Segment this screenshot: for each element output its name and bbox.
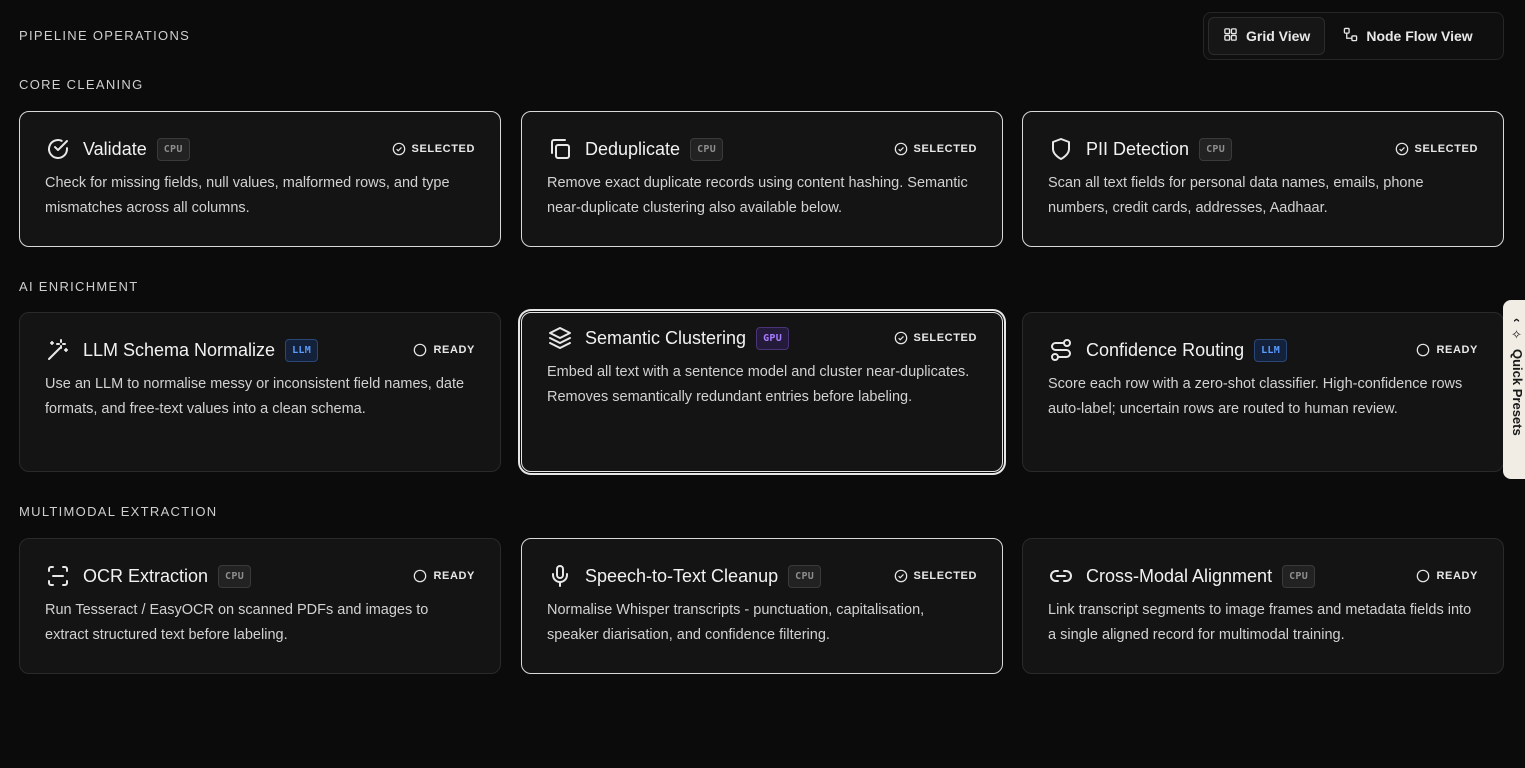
card-description: Check for missing fields, null values, m… [45,175,450,216]
check-circle-icon [1395,142,1408,156]
status-badge: READY [1416,343,1478,357]
status-badge: SELECTED [894,569,977,583]
tag-badge: CPU [218,564,252,588]
card-deduplicate[interactable]: Deduplicate CPU SELECTED Remove exact du… [521,111,1003,247]
status-badge: SELECTED [392,142,475,156]
status-label: SELECTED [1414,143,1478,155]
route-icon [1048,337,1074,363]
circle-icon [414,569,427,583]
pipeline-page: PIPELINE OPERATIONS Grid View Node Flow … [0,0,1525,768]
tag-badge: LLM [285,338,319,362]
status-label: READY [433,570,475,582]
status-label: READY [1436,570,1478,582]
quick-presets-tab[interactable]: ‹ ✧ Quick Presets [1503,300,1525,479]
status-label: READY [1436,344,1478,356]
sparkle-icon: ✧ [1510,328,1525,344]
card-title: Cross-Modal Alignment [1086,565,1273,586]
card-description: Embed all text with a sentence model and… [547,364,970,405]
link-icon [1048,563,1074,589]
card-confidence-routing[interactable]: Confidence Routing LLM READY Score each … [1022,312,1504,472]
chevron-left-icon: ‹ [1510,318,1525,323]
status-badge: SELECTED [894,142,977,156]
tag-badge: CPU [1199,137,1233,161]
card-description: Scan all text fields for personal data n… [1048,175,1424,216]
card-description: Normalise Whisper transcripts - punctuat… [547,602,925,643]
card-validate[interactable]: Validate CPU SELECTED Check for missing … [19,111,501,247]
check-circle-icon [392,142,405,156]
card-title: LLM Schema Normalize [83,339,276,360]
circle-icon [414,343,427,357]
status-label: READY [433,344,475,356]
status-badge: SELECTED [894,331,977,345]
grid-view-button[interactable]: Grid View [1208,17,1326,55]
tag-badge: LLM [1254,338,1288,362]
card-speech-to-text-cleanup[interactable]: Speech-to-Text Cleanup CPU SELECTED Norm… [521,538,1003,674]
status-label: SELECTED [411,143,475,155]
check-circle-icon [894,142,907,156]
view-toggle: Grid View Node Flow View [1203,12,1504,60]
node-flow-icon [1343,27,1358,45]
status-badge: READY [1416,569,1478,583]
card-llm-schema-normalize[interactable]: LLM Schema Normalize LLM READY Use an LL… [19,312,501,472]
tag-badge: GPU [756,326,790,350]
status-badge: READY [413,569,475,583]
tag-badge: CPU [788,564,822,588]
shield-icon [1048,136,1074,162]
check-circle-icon [45,136,71,162]
node-flow-view-button[interactable]: Node Flow View [1329,17,1486,55]
section-label-ai-enrichment: AI ENRICHMENT [19,279,139,294]
check-circle-icon [894,569,907,583]
card-description: Remove exact duplicate records using con… [547,175,968,216]
card-title: Confidence Routing [1086,339,1245,360]
status-badge: SELECTED [1395,142,1478,156]
status-badge: READY [413,343,475,357]
grid-view-label: Grid View [1246,28,1311,44]
mic-icon [547,563,573,589]
card-description: Score each row with a zero-shot classifi… [1048,376,1463,417]
card-pii-detection[interactable]: PII Detection CPU SELECTED Scan all text… [1022,111,1504,247]
page-title: PIPELINE OPERATIONS [19,28,191,43]
status-label: SELECTED [913,143,977,155]
circle-icon [1417,569,1430,583]
grid-icon [1223,27,1238,45]
node-flow-view-label: Node Flow View [1366,28,1473,44]
section-label-core-cleaning: CORE CLEANING [19,77,144,92]
card-title: Deduplicate [585,138,681,159]
status-label: SELECTED [913,570,977,582]
copy-icon [547,136,573,162]
card-title: Semantic Clustering [585,327,747,348]
card-cross-modal-alignment[interactable]: Cross-Modal Alignment CPU READY Link tra… [1022,538,1504,674]
layers-icon [547,325,573,351]
card-title: Speech-to-Text Cleanup [585,565,779,586]
quick-presets-label: Quick Presets [1510,349,1525,437]
card-title: Validate [83,138,147,159]
section-label-multimodal-extraction: MULTIMODAL EXTRACTION [19,504,218,519]
card-ocr-extraction[interactable]: OCR Extraction CPU READY Run Tesseract /… [19,538,501,674]
status-label: SELECTED [913,332,977,344]
card-description: Use an LLM to normalise messy or inconsi… [45,376,465,417]
check-circle-icon [894,331,907,345]
card-title: OCR Extraction [83,565,209,586]
card-description: Run Tesseract / EasyOCR on scanned PDFs … [45,602,429,643]
card-title: PII Detection [1086,138,1190,159]
card-semantic-clustering[interactable]: Semantic Clustering GPU SELECTED Embed a… [521,312,1003,472]
scan-icon [45,563,71,589]
card-description: Link transcript segments to image frames… [1048,602,1472,643]
tag-badge: CPU [156,137,190,161]
tag-badge: CPU [1282,564,1316,588]
circle-icon [1417,343,1430,357]
magic-wand-icon [45,337,71,363]
tag-badge: CPU [690,137,724,161]
